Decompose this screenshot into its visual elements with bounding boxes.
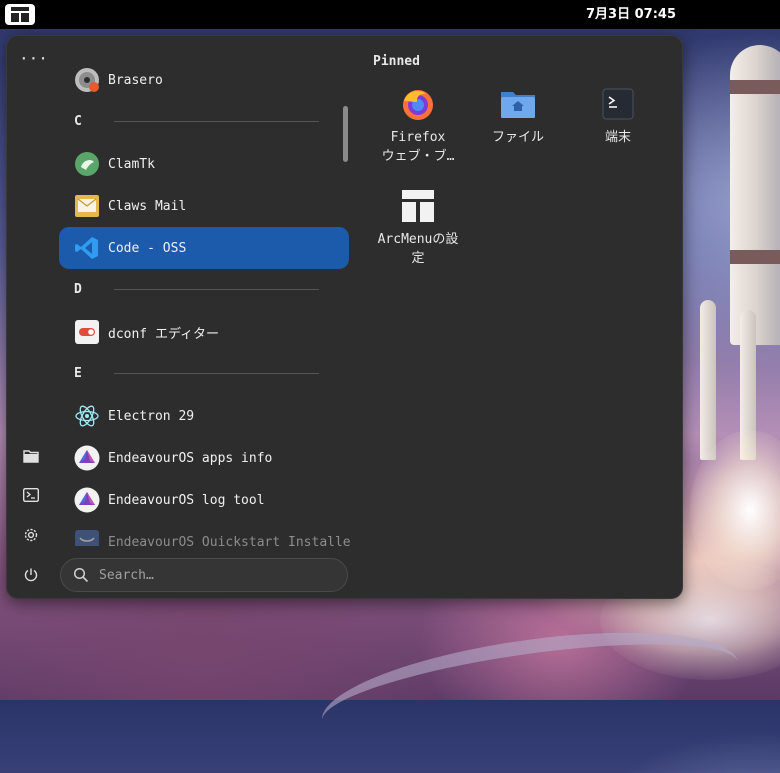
terminal-icon[interactable]	[20, 484, 42, 506]
section-header-e: E	[59, 363, 319, 383]
search-input[interactable]	[97, 566, 331, 584]
section-header-c: C	[59, 111, 319, 131]
arcmenu-settings-icon	[400, 188, 436, 224]
claws-mail-icon	[74, 193, 100, 219]
vscode-icon	[74, 235, 100, 261]
app-item-code-oss[interactable]: Code - OSS	[59, 227, 349, 269]
top-bar: 7月3日 07:45	[0, 0, 780, 29]
search-icon	[73, 567, 89, 583]
app-item-endeavouros-quickstart-installer[interactable]: EndeavourOS Quickstart Installer	[59, 521, 351, 546]
firefox-icon	[400, 86, 436, 122]
brasero-icon	[74, 67, 100, 93]
files-folder-icon	[500, 86, 536, 122]
app-item-brasero[interactable]: Brasero	[59, 59, 349, 101]
app-item-electron[interactable]: Electron 29	[59, 395, 349, 437]
search-box[interactable]	[60, 558, 348, 592]
more-options-button[interactable]: ···	[19, 50, 48, 70]
app-item-endeavouros-apps-info[interactable]: EndeavourOS apps info	[59, 437, 349, 479]
arcmenu-panel: ··· Brasero C ClamTk Claws Mail Code - O…	[6, 35, 683, 599]
app-item-endeavouros-log-tool[interactable]: EndeavourOS log tool	[59, 479, 349, 521]
pinned-arcmenu-settings[interactable]: ArcMenuの設 定	[370, 188, 466, 268]
section-header-d: D	[59, 279, 319, 299]
electron-icon	[74, 403, 100, 429]
app-list[interactable]: Brasero C ClamTk Claws Mail Code - OSS D	[59, 36, 351, 546]
clock[interactable]: 7月3日 07:45	[0, 0, 780, 29]
endeavouros-icon	[74, 487, 100, 513]
dconf-icon	[74, 319, 100, 345]
pinned-firefox[interactable]: Firefox ウェブ・ブ…	[370, 86, 466, 166]
pinned-section-title: Pinned	[373, 54, 420, 69]
clamtk-icon	[74, 151, 100, 177]
terminal-icon	[600, 86, 636, 122]
endeavouros-installer-icon	[74, 529, 100, 546]
app-item-claws-mail[interactable]: Claws Mail	[59, 185, 349, 227]
app-list-scrollbar[interactable]	[343, 106, 348, 162]
app-item-clamtk[interactable]: ClamTk	[59, 143, 349, 185]
pinned-files[interactable]: ファイル	[470, 86, 566, 147]
power-icon[interactable]	[20, 564, 42, 586]
settings-gear-icon[interactable]	[20, 524, 42, 546]
pinned-terminal[interactable]: 端末	[570, 86, 666, 147]
endeavouros-icon	[74, 445, 100, 471]
home-folder-icon[interactable]	[20, 445, 42, 467]
app-item-dconf-editor[interactable]: dconf エディター	[59, 311, 349, 353]
